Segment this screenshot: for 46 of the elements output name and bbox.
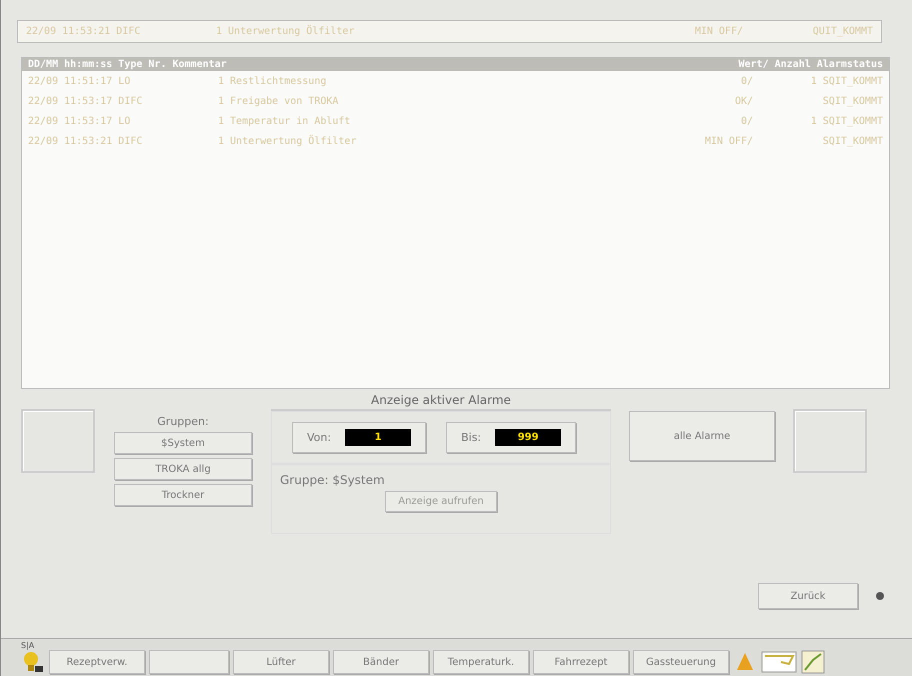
display-title: Anzeige aktiver Alarme (271, 393, 611, 411)
all-alarms-button[interactable]: alle Alarme (629, 411, 775, 461)
table-cell-text: OK/ (734, 96, 753, 106)
nav-button[interactable]: Lüfter (233, 650, 329, 674)
to-label: Bis: (461, 431, 482, 444)
nav-button[interactable]: Fahrrezept (533, 650, 629, 674)
group-text: Gruppe: $System (280, 473, 386, 487)
table-cell-text: 22/09 11:53:17 LO (28, 116, 132, 126)
table-cell-text: 22/09 11:53:17 DIFC (28, 96, 144, 106)
status-label: S|A (21, 641, 36, 650)
table-cell-text: SQIT_KOMMT (822, 136, 883, 146)
alarm-value: MIN OFF/ (694, 26, 743, 37)
group-button[interactable]: Trockner (114, 484, 252, 506)
nav-button[interactable]: Gassteuerung (633, 650, 729, 674)
table-cell-text: 1 SQIT_KOMMT (810, 116, 883, 126)
column-header: Wert/ Anzahl Alarmstatus (738, 59, 883, 70)
nav-button[interactable]: Bänder (333, 650, 429, 674)
chart-icon[interactable] (801, 650, 825, 674)
column-header: DD/MM hh:mm:ss Type Nr. Kommentar (28, 59, 227, 70)
alarm-time: 22/09 11:53:21 DIFC (26, 26, 142, 37)
group-button[interactable]: $System (114, 432, 252, 454)
status-dot (876, 592, 884, 600)
table-cell-text: 1 SQIT_KOMMT (810, 76, 883, 86)
table-cell-text: SQIT_KOMMT (822, 96, 883, 106)
blank-nav-button[interactable] (149, 650, 229, 674)
nav-button[interactable]: Temperaturk. (433, 650, 529, 674)
table-cell-text: 0/ (740, 116, 753, 126)
group-button[interactable]: TROKA allg (114, 458, 252, 480)
table-cell-text: 1 Freigabe von TROKA (218, 96, 340, 106)
table-cell-text: 1 Unterwertung Ölfilter (218, 136, 358, 146)
table-cell-text: 1 Restlichtmessung (218, 76, 328, 86)
back-button[interactable]: Zurück (758, 583, 858, 609)
table-cell-text: 1 Temperatur in Abluft (218, 116, 352, 126)
from-label: Von: (307, 431, 332, 444)
groups-label: Gruppen: (157, 415, 209, 428)
table-cell-text: 22/09 11:51:17 LO (28, 76, 132, 86)
table-cell-text: 22/09 11:53:21 DIFC (28, 136, 144, 146)
alarm-status: QUIT_KOMMT (812, 26, 873, 37)
table-cell-text: 0/ (740, 76, 753, 86)
nav-button[interactable]: Rezeptverw. (49, 650, 145, 674)
table-cell-text: MIN OFF/ (704, 136, 753, 146)
window-icon[interactable] (761, 650, 797, 674)
lightbulb-icon[interactable] (21, 650, 45, 674)
from-value: 1 (345, 429, 412, 446)
alarm-text: 1 Unterwertung Ölfilter (216, 26, 356, 37)
to-value: 999 (495, 429, 562, 446)
